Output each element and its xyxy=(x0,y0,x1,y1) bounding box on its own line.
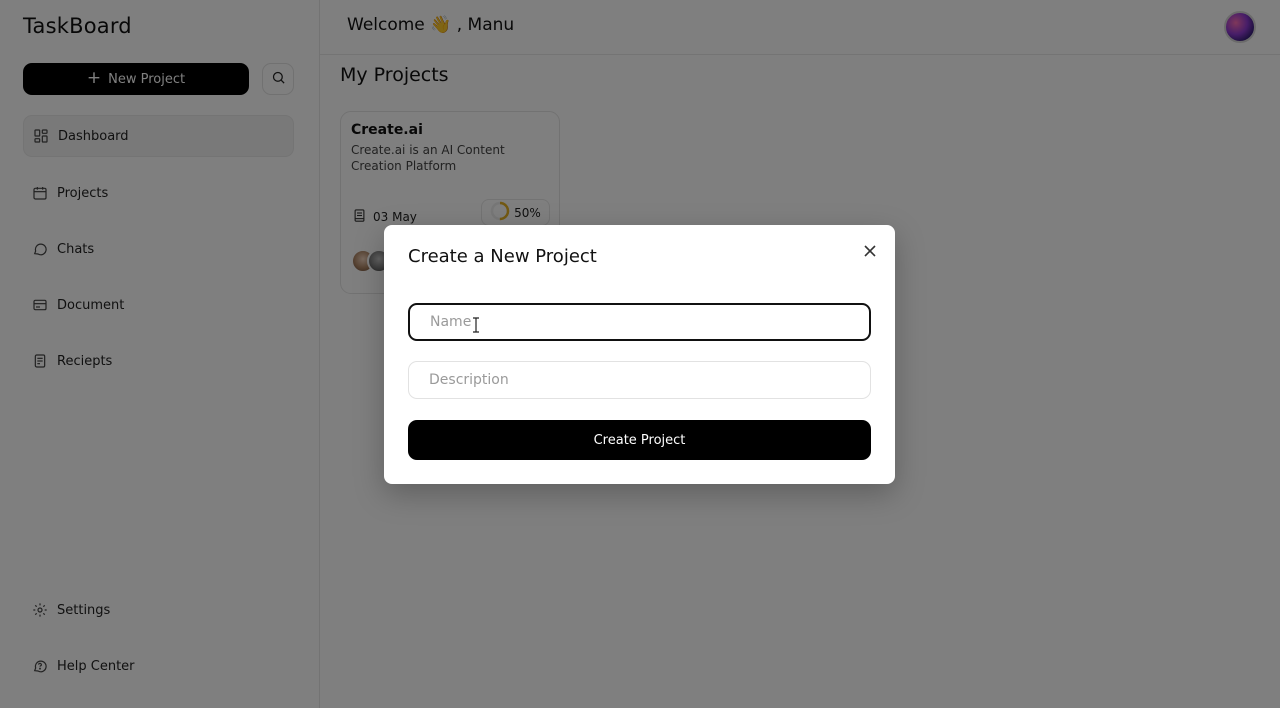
create-project-button[interactable]: Create Project xyxy=(408,420,871,460)
close-button[interactable] xyxy=(860,241,880,261)
project-description-input[interactable] xyxy=(408,361,871,399)
app-root: TaskBoard + New Project Dashboard xyxy=(0,0,1280,708)
text-cursor-icon xyxy=(472,317,480,333)
create-project-modal: Create a New Project Create Project xyxy=(384,225,895,484)
modal-title: Create a New Project xyxy=(408,246,597,267)
close-icon xyxy=(864,242,876,261)
